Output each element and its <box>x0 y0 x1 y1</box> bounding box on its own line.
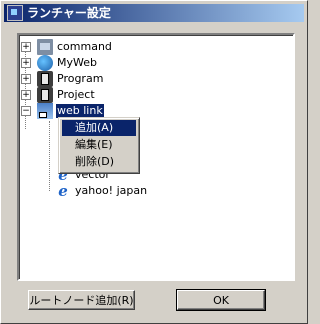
app-icon <box>37 39 53 55</box>
menu-item-add[interactable]: 追加(A) <box>62 120 136 136</box>
ok-button[interactable]: OK <box>176 289 266 311</box>
folder-icon <box>37 71 53 87</box>
tree-node-label: Project <box>57 88 95 101</box>
tree-line <box>49 121 50 191</box>
app-window-icon <box>7 5 23 21</box>
title-bar[interactable]: ランチャー設定 <box>4 4 304 22</box>
web-link-icon <box>37 103 53 119</box>
tree-node-yahoo-japan[interactable]: e yahoo! japan <box>55 183 148 199</box>
window-title: ランチャー設定 <box>27 6 111 20</box>
menu-item-delete[interactable]: 削除(D) <box>62 154 136 170</box>
collapse-icon[interactable]: − <box>21 106 31 116</box>
tree-node-label: MyWeb <box>57 56 97 69</box>
expand-icon[interactable]: + <box>21 58 31 68</box>
tree-node-label: yahoo! japan <box>75 184 148 197</box>
expand-icon[interactable]: + <box>21 42 31 52</box>
tree-node-label: web link <box>55 103 105 119</box>
ie-icon: e <box>58 182 68 200</box>
tree-node-command[interactable]: + command <box>21 39 113 55</box>
tree-node-myweb[interactable]: + MyWeb <box>21 55 98 71</box>
context-menu: 追加(A) 編集(E) 削除(D) <box>58 117 140 174</box>
launcher-settings-window: ランチャー設定 + command + MyWeb + Program + Pr… <box>0 0 308 324</box>
tree-node-label: Program <box>57 72 104 85</box>
add-root-node-button[interactable]: ルートノード追加(R) <box>28 290 135 310</box>
expand-icon[interactable]: + <box>21 90 31 100</box>
tree-node-project[interactable]: + Project <box>21 87 96 103</box>
tree-node-label: command <box>57 40 112 53</box>
expand-icon[interactable]: + <box>21 74 31 84</box>
folder-icon <box>37 87 53 103</box>
menu-item-edit[interactable]: 編集(E) <box>62 137 136 153</box>
globe-icon <box>37 55 53 71</box>
tree-node-program[interactable]: + Program <box>21 71 104 87</box>
